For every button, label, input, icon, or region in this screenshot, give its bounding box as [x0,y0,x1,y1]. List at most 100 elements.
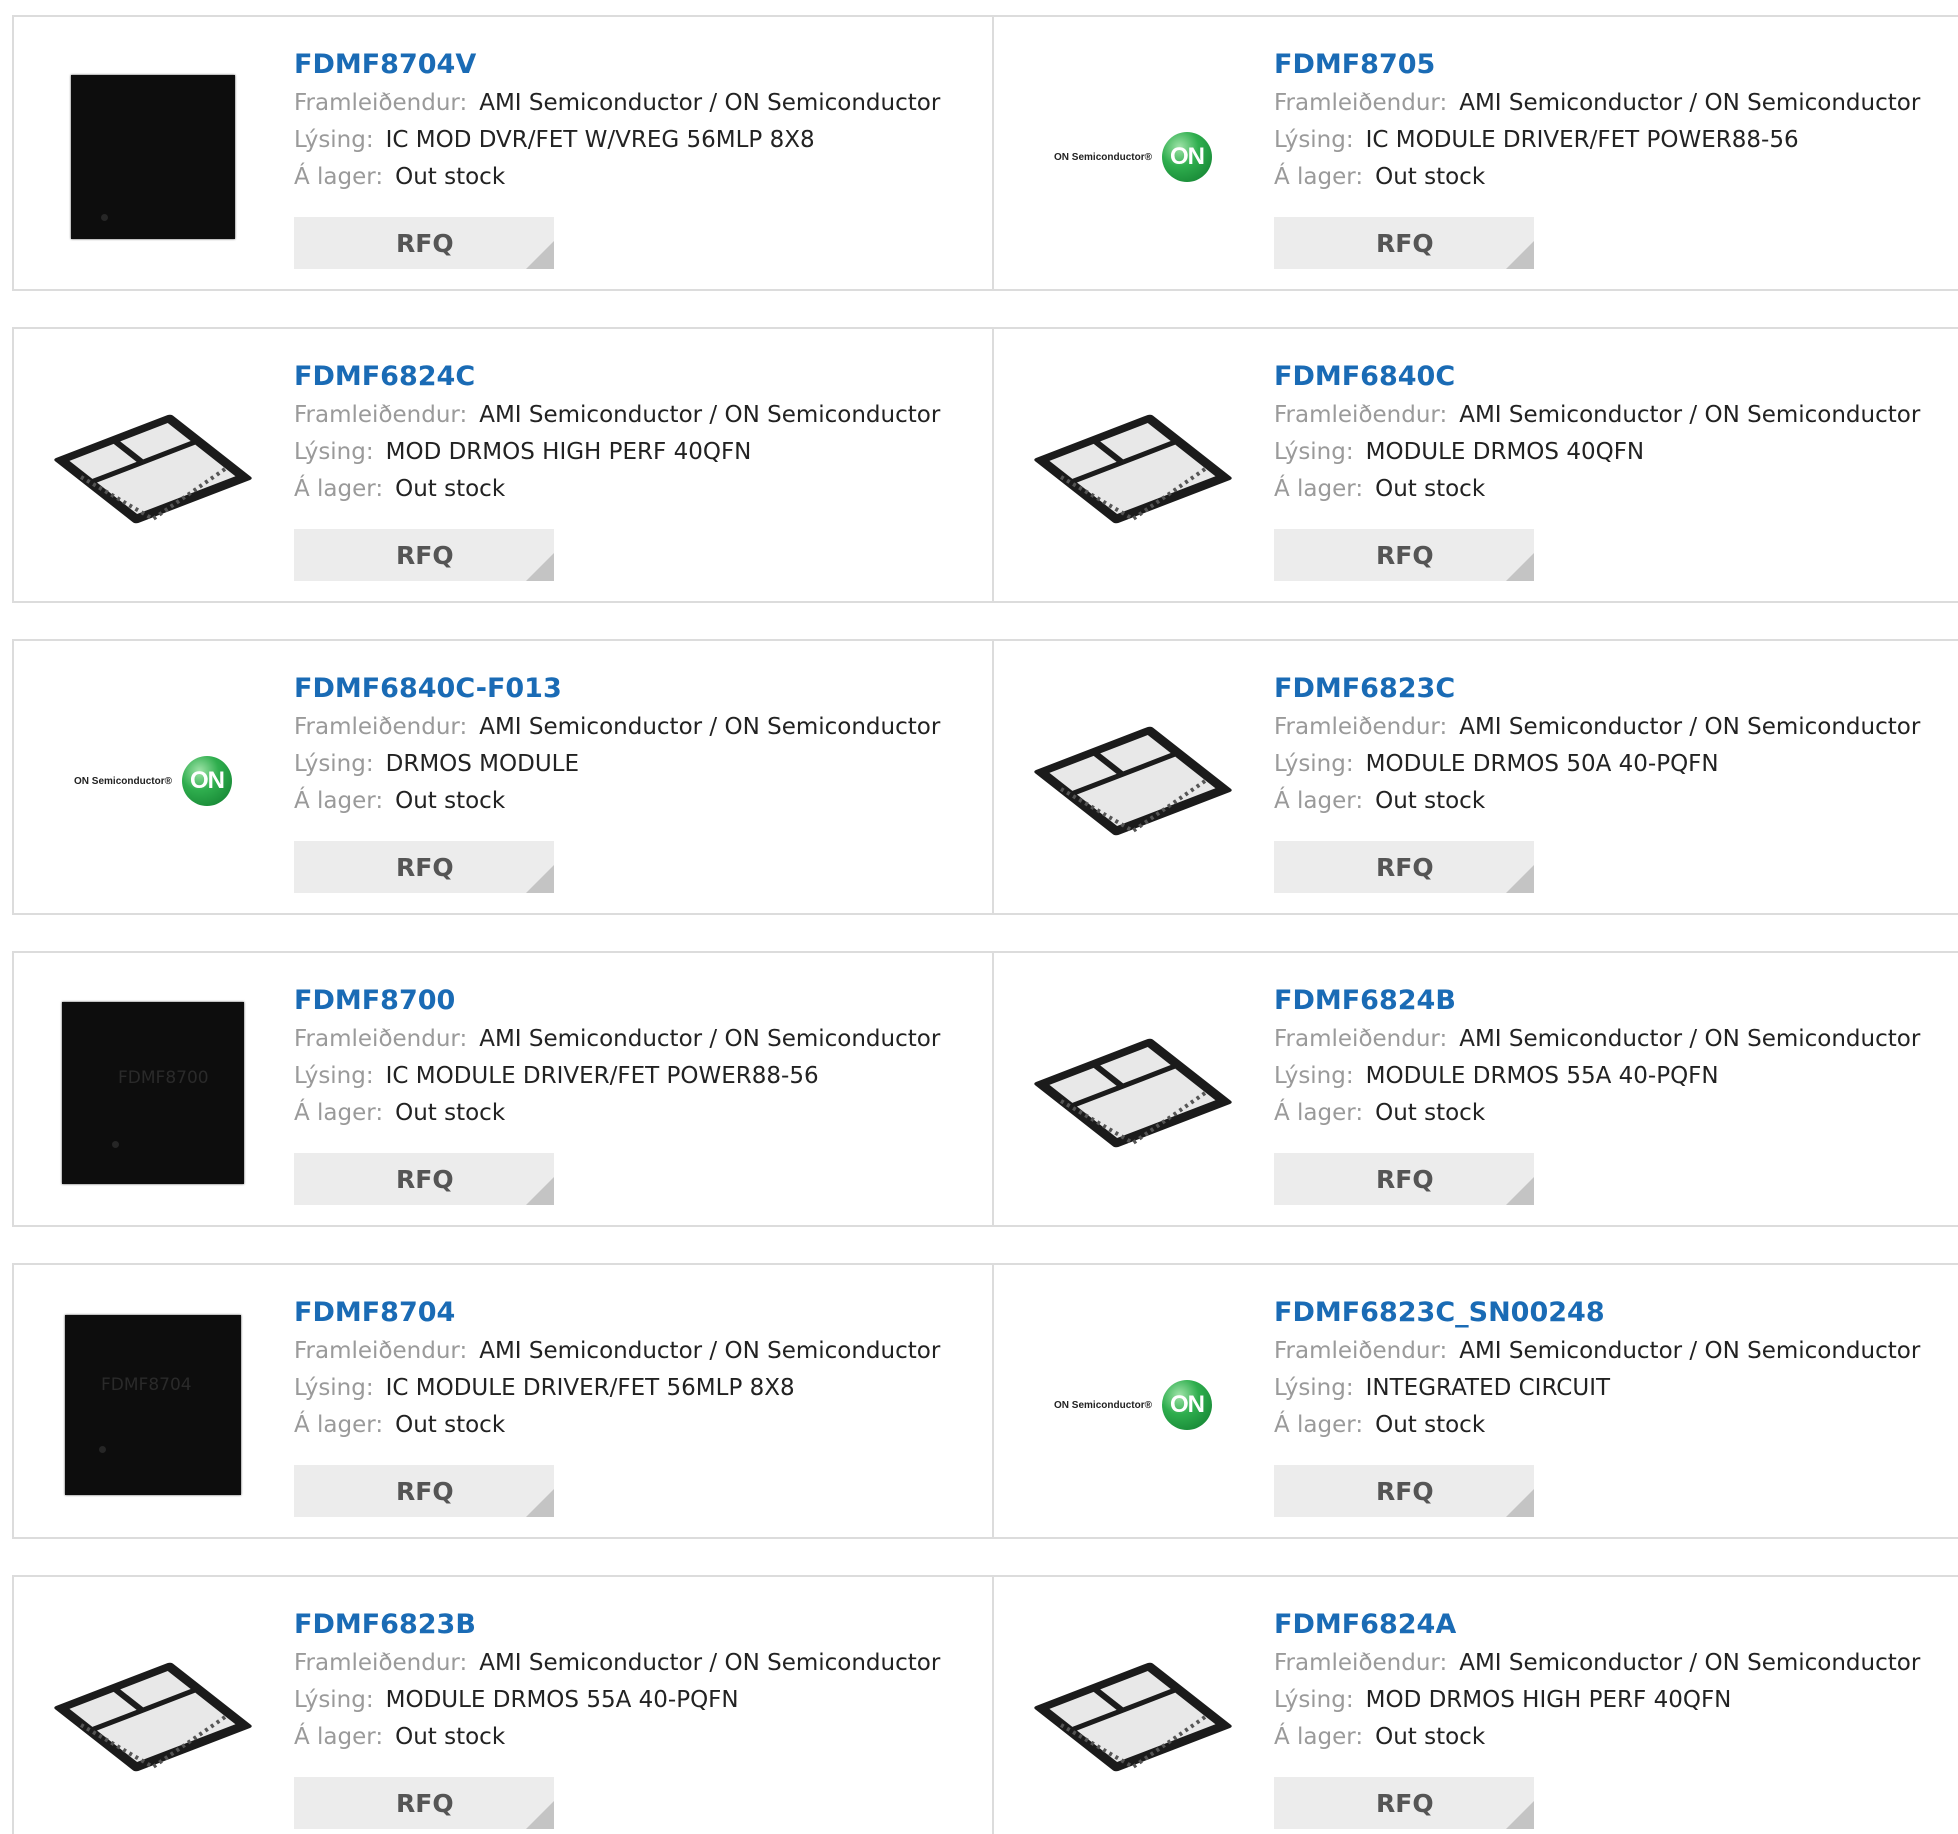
description-label: Lýsing: [294,127,374,153]
part-number-link[interactable]: FDMF8704 [294,1293,940,1333]
stock-label: Á lager: [1274,164,1364,190]
rfq-button[interactable]: RFQ [294,1153,554,1205]
product-card: FDMF8704 FDMF8704 Framleiðendur: AMI Semi… [14,1265,992,1537]
corner-triangle-icon [1506,1489,1534,1517]
rfq-button[interactable]: RFQ [1274,217,1534,269]
rfq-button[interactable]: RFQ [294,1777,554,1829]
stock-value: Out stock [395,788,506,814]
manufacturer-label: Framleiðendur: [1274,1650,1448,1676]
stock-label: Á lager: [294,164,384,190]
description-value: IC MODULE DRIVER/FET POWER88-56 [385,1063,819,1089]
part-number-link[interactable]: FDMF6840C [1274,357,1920,397]
rfq-label: RFQ [1376,852,1434,882]
stock-label: Á lager: [1274,1724,1364,1750]
product-image[interactable] [1032,993,1234,1193]
rfq-button[interactable]: RFQ [1274,1153,1534,1205]
on-semiconductor-logo: ON Semiconductor® ON [1054,1380,1212,1430]
rfq-label: RFQ [396,1788,454,1818]
product-image[interactable]: ON Semiconductor® ON [52,681,254,881]
rfq-button[interactable]: RFQ [294,217,554,269]
rfq-button[interactable]: RFQ [294,529,554,581]
corner-triangle-icon [1506,865,1534,893]
part-number-link[interactable]: FDMF6824B [1274,981,1920,1021]
manufacturer-value: AMI Semiconductor / ON Semiconductor [1459,714,1921,740]
product-image[interactable] [52,1617,254,1817]
part-number-link[interactable]: FDMF6823B [294,1605,940,1645]
product-image[interactable]: FDMF8700 [52,993,254,1193]
stock-line: Á lager: Out stock [294,1407,940,1444]
description-value: IC MODULE DRIVER/FET 56MLP 8X8 [385,1375,795,1401]
manufacturer-label: Framleiðendur: [294,1650,468,1676]
product-image[interactable]: ON Semiconductor® ON [1032,57,1234,257]
rfq-button[interactable]: RFQ [1274,1777,1534,1829]
manufacturer-line: Framleiðendur: AMI Semiconductor / ON Sem… [294,1645,940,1682]
product-row: FDMF6823B Framleiðendur: AMI Semiconducto… [12,1575,1958,1834]
product-card: FDMF6840C Framleiðendur: AMI Semiconducto… [992,329,1958,601]
description-line: Lýsing: DRMOS MODULE [294,746,940,783]
description-value: IC MOD DVR/FET W/VREG 56MLP 8X8 [385,127,815,153]
part-number-link[interactable]: FDMF6823C [1274,669,1920,709]
part-number-link[interactable]: FDMF8705 [1274,45,1920,85]
product-image[interactable] [1032,1617,1234,1817]
manufacturer-value: AMI Semiconductor / ON Semiconductor [479,1338,941,1364]
description-label: Lýsing: [1274,439,1354,465]
description-label: Lýsing: [294,1375,374,1401]
stock-label: Á lager: [294,476,384,502]
description-value: MODULE DRMOS 50A 40-PQFN [1365,751,1719,777]
corner-triangle-icon [526,553,554,581]
product-image[interactable] [1032,681,1234,881]
part-number-link[interactable]: FDMF6824A [1274,1605,1920,1645]
product-image[interactable] [1032,369,1234,569]
stock-value: Out stock [1375,1412,1486,1438]
stock-line: Á lager: Out stock [1274,783,1920,820]
part-number-link[interactable]: FDMF8700 [294,981,940,1021]
description-line: Lýsing: MODULE DRMOS 50A 40-PQFN [1274,746,1920,783]
rfq-button[interactable]: RFQ [294,1465,554,1517]
description-line: Lýsing: MODULE DRMOS 55A 40-PQFN [294,1682,940,1719]
stock-label: Á lager: [294,788,384,814]
rfq-button[interactable]: RFQ [294,841,554,893]
manufacturer-value: AMI Semiconductor / ON Semiconductor [1459,1338,1921,1364]
qfn-chip-icon [54,1662,252,1772]
product-card: ON Semiconductor® ON FDMF6840C-F013 Fram… [14,641,992,913]
rfq-button[interactable]: RFQ [1274,841,1534,893]
stock-value: Out stock [1375,1100,1486,1126]
description-label: Lýsing: [294,1687,374,1713]
stock-value: Out stock [1375,1724,1486,1750]
manufacturer-label: Framleiðendur: [1274,714,1448,740]
product-image[interactable]: FDMF8704 [52,1305,254,1505]
part-number-link[interactable]: FDMF6824C [294,357,940,397]
description-line: Lýsing: MOD DRMOS HIGH PERF 40QFN [294,434,940,471]
manufacturer-label: Framleiðendur: [1274,402,1448,428]
manufacturer-line: Framleiðendur: AMI Semiconductor / ON Sem… [1274,1645,1920,1682]
manufacturer-label: Framleiðendur: [294,714,468,740]
manufacturer-label: Framleiðendur: [294,1338,468,1364]
stock-label: Á lager: [1274,1100,1364,1126]
product-image[interactable] [52,369,254,569]
stock-value: Out stock [395,164,506,190]
stock-value: Out stock [1375,788,1486,814]
part-number-link[interactable]: FDMF6840C-F013 [294,669,940,709]
product-card: FDMF8700 FDMF8700 Framleiðendur: AMI Semi… [14,953,992,1225]
product-image[interactable]: ON Semiconductor® ON [1032,1305,1234,1505]
description-label: Lýsing: [1274,127,1354,153]
part-number-link[interactable]: FDMF8704V [294,45,940,85]
product-image[interactable] [52,57,254,257]
rfq-button[interactable]: RFQ [1274,529,1534,581]
description-label: Lýsing: [1274,1063,1354,1089]
stock-line: Á lager: Out stock [294,1095,940,1132]
manufacturer-label: Framleiðendur: [294,402,468,428]
stock-value: Out stock [1375,164,1486,190]
stock-value: Out stock [395,1724,506,1750]
on-semiconductor-logo: ON Semiconductor® ON [74,756,232,806]
part-number-link[interactable]: FDMF6823C_SN00248 [1274,1293,1920,1333]
description-value: MODULE DRMOS 40QFN [1365,439,1645,465]
product-row: FDMF8704 FDMF8704 Framleiðendur: AMI Semi… [12,1263,1958,1539]
manufacturer-value: AMI Semiconductor / ON Semiconductor [479,1026,941,1052]
manufacturer-line: Framleiðendur: AMI Semiconductor / ON Sem… [294,1333,940,1370]
description-value: MOD DRMOS HIGH PERF 40QFN [385,439,752,465]
stock-value: Out stock [395,1412,506,1438]
manufacturer-value: AMI Semiconductor / ON Semiconductor [1459,1026,1921,1052]
rfq-button[interactable]: RFQ [1274,1465,1534,1517]
manufacturer-line: Framleiðendur: AMI Semiconductor / ON Sem… [294,85,940,122]
